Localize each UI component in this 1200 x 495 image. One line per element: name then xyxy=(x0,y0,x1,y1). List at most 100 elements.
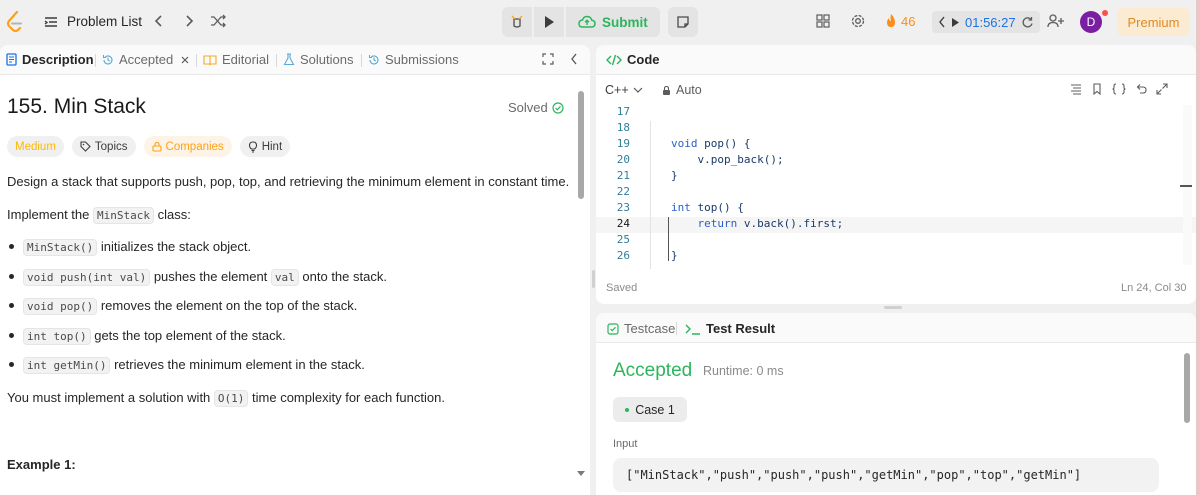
submit-button[interactable]: Submit xyxy=(566,7,660,37)
tab-description[interactable]: Description xyxy=(6,52,94,67)
code-line: 19 void pop() { xyxy=(596,137,1196,153)
braces-icon[interactable] xyxy=(1112,83,1126,95)
tab-divider xyxy=(676,322,677,335)
add-friend-button[interactable] xyxy=(1047,13,1065,29)
cursor-position: Ln 24, Col 30 xyxy=(1121,282,1187,294)
list-icon xyxy=(44,16,57,27)
implement-text: Implement the xyxy=(7,207,93,222)
play-icon[interactable] xyxy=(951,17,960,28)
prev-problem-button[interactable] xyxy=(153,14,165,28)
cloud-upload-icon xyxy=(578,15,596,28)
solved-label: Solved xyxy=(508,100,548,115)
line-number: 25 xyxy=(616,233,630,246)
hint-label: Hint xyxy=(261,140,283,153)
indent-guide xyxy=(650,121,651,269)
checkbox-icon xyxy=(607,322,619,335)
random-problem-button[interactable] xyxy=(210,14,226,28)
layout-button[interactable] xyxy=(816,14,830,28)
description-scrollbar[interactable] xyxy=(578,91,584,199)
list-item: void pop() removes the element on the to… xyxy=(9,298,357,315)
companies-tag[interactable]: Companies xyxy=(143,136,232,157)
class-name-code: MinStack xyxy=(93,207,154,224)
premium-button[interactable]: Premium xyxy=(1117,8,1190,36)
flask-icon xyxy=(283,53,295,66)
list-item: void push(int val) pushes the element va… xyxy=(9,269,387,286)
code-line: 26} xyxy=(596,249,1196,265)
line-number: 19 xyxy=(616,137,630,150)
method-desc: retrieves the minimum element in the sta… xyxy=(110,357,365,372)
fire-icon xyxy=(887,14,895,27)
fullscreen-button[interactable] xyxy=(542,53,554,65)
tab-solutions[interactable]: Solutions xyxy=(283,52,353,67)
example-heading: Example 1: xyxy=(7,457,76,472)
code-line: 23 int top() { xyxy=(596,201,1196,217)
code-line: 25 xyxy=(596,233,1196,249)
code-header: Code xyxy=(596,45,1196,75)
code-text: return v.back().first; xyxy=(671,217,843,230)
hint-tag[interactable]: Hint xyxy=(239,136,291,157)
editor-resize-handle[interactable] xyxy=(884,306,902,309)
user-plus-icon xyxy=(1047,14,1064,28)
settings-button[interactable] xyxy=(850,13,866,29)
method-code: void push(int val) xyxy=(23,269,151,286)
terminal-icon xyxy=(685,324,700,335)
tab-description-label: Description xyxy=(22,52,94,67)
lock-icon xyxy=(663,85,670,95)
case-label: Case 1 xyxy=(635,402,675,417)
gear-icon xyxy=(851,14,865,28)
topics-tag[interactable]: Topics xyxy=(71,136,136,157)
text-cursor xyxy=(668,217,669,261)
bullet-dot xyxy=(9,303,14,308)
line-number: 17 xyxy=(616,105,630,118)
line-number: 20 xyxy=(616,153,630,166)
play-icon xyxy=(545,16,554,28)
code-header-label: Code xyxy=(627,52,660,67)
case-1-button[interactable]: Case 1 xyxy=(613,397,687,422)
tab-accepted-label: Accepted xyxy=(119,52,174,67)
undo-icon[interactable] xyxy=(1135,83,1147,95)
notes-button[interactable] xyxy=(667,7,698,37)
format-icon[interactable] xyxy=(1070,83,1082,95)
next-problem-button[interactable] xyxy=(183,14,195,28)
run-button[interactable] xyxy=(534,7,564,37)
code-editor[interactable]: 17 18 19 void pop() { 20 v.pop_back(); 21… xyxy=(596,105,1196,265)
tab-editorial[interactable]: Editorial xyxy=(203,52,269,67)
reset-icon[interactable] xyxy=(1021,16,1034,29)
chevron-right-icon xyxy=(186,15,194,27)
line-number: 18 xyxy=(616,121,630,134)
top-bar: Problem List Submit 46 01:56:27 D Premiu… xyxy=(0,0,1200,44)
lock-icon xyxy=(151,141,162,152)
chevron-down-icon xyxy=(633,87,643,93)
panel-resize-handle[interactable] xyxy=(592,270,595,288)
maximize-icon[interactable] xyxy=(1156,83,1168,95)
input-value: ["MinStack","push","push","push","getMin… xyxy=(613,458,1159,492)
scroll-down-arrow[interactable] xyxy=(577,471,585,476)
timer[interactable]: 01:56:27 xyxy=(932,11,1040,33)
list-item: int top() gets the top element of the st… xyxy=(9,328,286,345)
auto-label: Auto xyxy=(676,83,702,97)
submit-label: Submit xyxy=(602,14,648,30)
debug-button[interactable] xyxy=(502,7,532,37)
tab-test-result[interactable]: Test Result xyxy=(685,321,775,336)
problem-list-button[interactable]: Problem List xyxy=(44,14,142,29)
tab-accepted[interactable]: Accepted xyxy=(102,52,190,67)
code-rest: v.back().first; xyxy=(737,217,844,230)
result-scrollbar[interactable] xyxy=(1184,353,1190,423)
bookmark-icon[interactable] xyxy=(1091,83,1103,95)
close-icon[interactable] xyxy=(180,55,190,65)
language-select[interactable]: C++ xyxy=(605,83,643,97)
auto-mode[interactable]: Auto xyxy=(662,83,702,97)
companies-label: Companies xyxy=(165,140,224,153)
editor-toolbar: C++ Auto xyxy=(596,76,1196,104)
chevron-left-icon[interactable] xyxy=(938,16,946,28)
line-number: 23 xyxy=(616,201,630,214)
collapse-panel-button[interactable] xyxy=(570,53,578,65)
avatar[interactable]: D xyxy=(1080,11,1102,33)
tab-submissions-label: Submissions xyxy=(385,52,459,67)
leetcode-logo-icon[interactable] xyxy=(6,11,24,33)
tab-submissions[interactable]: Submissions xyxy=(368,52,459,67)
tab-testcase[interactable]: Testcase xyxy=(607,321,675,336)
streak-counter[interactable]: 46 xyxy=(885,13,915,29)
language-value: C++ xyxy=(605,83,629,97)
bullet-dot xyxy=(9,362,14,367)
